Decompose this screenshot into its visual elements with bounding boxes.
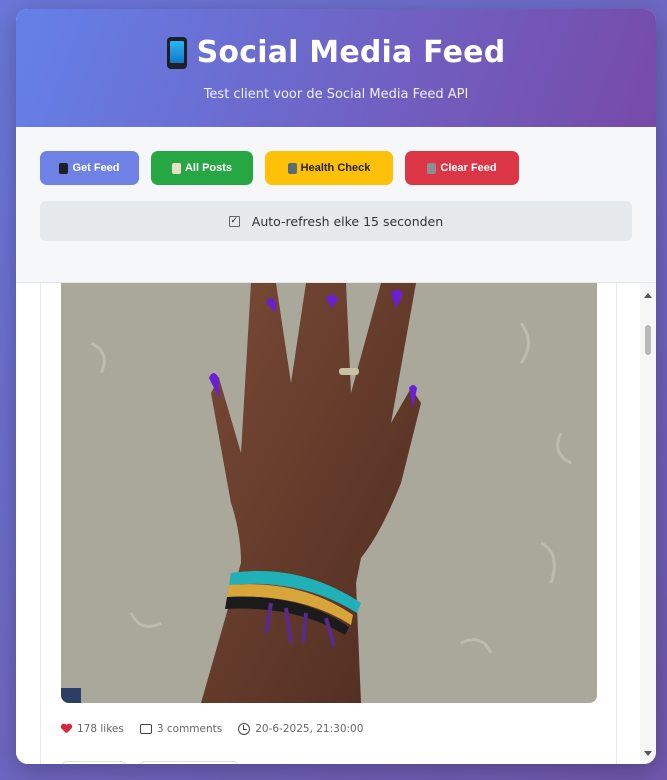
page-title-text: Social Media Feed bbox=[196, 35, 506, 70]
page-subtitle: Test client voor de Social Media Feed AP… bbox=[203, 87, 469, 102]
scrollbar-thumb[interactable] bbox=[645, 325, 651, 355]
clear-feed-label: Clear Feed bbox=[440, 162, 497, 174]
speech-bubble-icon bbox=[139, 724, 152, 734]
comments-label: 3 comments bbox=[156, 723, 223, 735]
get-feed-button[interactable]: Get Feed bbox=[40, 151, 139, 185]
health-check-button[interactable]: Health Check bbox=[265, 151, 393, 185]
comments-count[interactable]: 3 comments bbox=[139, 723, 223, 735]
all-posts-button[interactable]: All Posts bbox=[151, 151, 253, 185]
clipboard-icon bbox=[171, 162, 181, 174]
controls-panel: Get Feed All Posts Health Check Clear Fe… bbox=[16, 127, 656, 283]
post-image-photo bbox=[61, 283, 597, 703]
post-action-button[interactable] bbox=[61, 761, 127, 764]
auto-refresh-toggle[interactable]: ✓ Auto-refresh elke 15 seconden bbox=[40, 201, 632, 241]
all-posts-label: All Posts bbox=[184, 162, 233, 174]
scroll-down-icon[interactable] bbox=[644, 751, 652, 756]
post-image bbox=[61, 283, 597, 703]
clear-feed-button[interactable]: Clear Feed bbox=[405, 151, 519, 185]
post-action-button[interactable] bbox=[139, 761, 239, 764]
mobile-phone-icon bbox=[59, 162, 69, 174]
trash-icon bbox=[427, 162, 437, 174]
post-card: 178 likes 3 comments 20-6-2025, 21:30:00 bbox=[40, 283, 617, 764]
hospital-icon bbox=[287, 162, 297, 174]
feed-scrollbar[interactable] bbox=[640, 283, 656, 764]
post-actions bbox=[61, 761, 239, 764]
checkbox-checked-icon[interactable]: ✓ bbox=[228, 215, 240, 227]
clock-icon bbox=[238, 723, 251, 735]
post-timestamp: 20-6-2025, 21:30:00 bbox=[238, 723, 363, 735]
heart-icon bbox=[61, 724, 72, 734]
mobile-phone-icon bbox=[166, 36, 187, 69]
likes-label: 178 likes bbox=[77, 723, 124, 735]
likes-count[interactable]: 178 likes bbox=[61, 723, 124, 735]
auto-refresh-label: Auto-refresh elke 15 seconden bbox=[251, 213, 444, 229]
get-feed-label: Get Feed bbox=[72, 162, 120, 174]
scroll-up-icon[interactable] bbox=[644, 293, 652, 298]
page-title: Social Media Feed bbox=[16, 35, 656, 70]
health-check-label: Health Check bbox=[300, 162, 371, 174]
header: Social Media Feed Test client voor de So… bbox=[16, 9, 656, 127]
timestamp-label: 20-6-2025, 21:30:00 bbox=[255, 723, 364, 735]
feed-list[interactable]: 178 likes 3 comments 20-6-2025, 21:30:00 bbox=[16, 283, 640, 764]
app-card: Social Media Feed Test client voor de So… bbox=[16, 9, 656, 764]
post-meta: 178 likes 3 comments 20-6-2025, 21:30:00 bbox=[61, 723, 363, 735]
